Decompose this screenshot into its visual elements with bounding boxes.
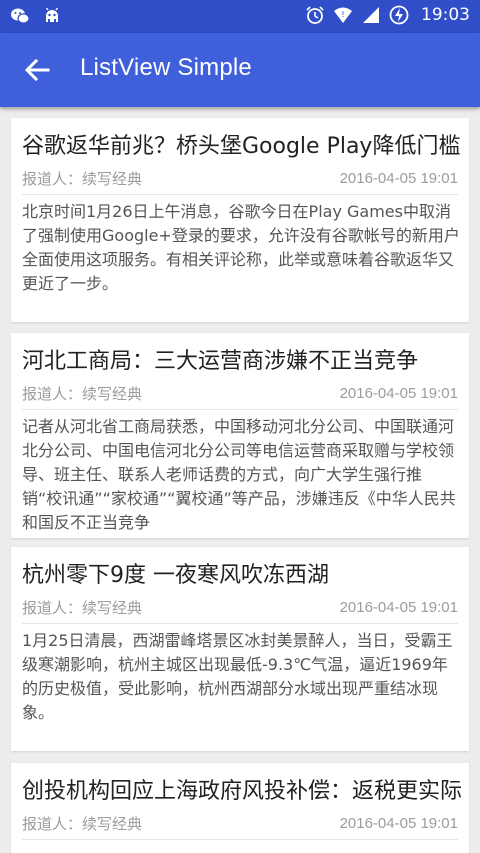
battery-charging-icon — [389, 5, 409, 25]
arrow-back-icon[interactable] — [22, 55, 52, 85]
divider — [22, 409, 458, 410]
news-body: 北京时间1月26日上午消息，谷歌今日在Play Games中取消了强制使用Goo… — [22, 202, 460, 293]
news-title: 创投机构回应上海政府风投补偿：返税更实际 — [22, 779, 462, 804]
news-reporter: 报道人：续写经典 — [22, 815, 143, 833]
wechat-icon — [10, 6, 30, 26]
status-time: 19:03 — [421, 5, 470, 25]
news-date: 2016-04-05 19:01 — [339, 599, 458, 616]
divider — [22, 194, 458, 195]
page-title: ListView Simple — [80, 54, 252, 81]
android-debug-icon — [42, 6, 62, 26]
news-reporter: 报道人：续写经典 — [22, 599, 143, 617]
news-item[interactable]: 创投机构回应上海政府风投补偿：返税更实际 报道人：续写经典 2016-04-05… — [11, 763, 469, 853]
news-date: 2016-04-05 19:01 — [339, 170, 458, 187]
news-title: 谷歌返华前兆？桥头堡Google Play降低门槛 — [22, 134, 461, 159]
news-item[interactable]: 谷歌返华前兆？桥头堡Google Play降低门槛 报道人：续写经典 2016-… — [11, 118, 469, 322]
news-reporter: 报道人：续写经典 — [22, 170, 143, 188]
divider — [22, 623, 458, 624]
news-reporter: 报道人：续写经典 — [22, 385, 143, 403]
news-meta: 报道人：续写经典 2016-04-05 19:01 — [22, 383, 458, 405]
signal-icon — [361, 5, 381, 25]
news-list[interactable]: 谷歌返华前兆？桥头堡Google Play降低门槛 报道人：续写经典 2016-… — [0, 107, 480, 853]
news-date: 2016-04-05 19:01 — [339, 815, 458, 832]
news-title: 杭州零下9度 一夜寒风吹冻西湖 — [22, 563, 329, 588]
alarm-icon — [305, 5, 325, 25]
news-title: 河北工商局：三大运营商涉嫌不正当竞争 — [22, 349, 419, 374]
status-bar: ! 19:03 — [0, 0, 480, 33]
news-meta: 报道人：续写经典 2016-04-05 19:01 — [22, 168, 458, 190]
news-item[interactable]: 河北工商局：三大运营商涉嫌不正当竞争 报道人：续写经典 2016-04-05 1… — [11, 333, 469, 538]
news-body: 1月25日清晨，西湖雷峰塔景区冰封美景醉人，当日，受霸王级寒潮影响，杭州主城区出… — [22, 631, 453, 722]
app-bar: ListView Simple — [0, 33, 480, 107]
divider — [22, 839, 458, 840]
news-date: 2016-04-05 19:01 — [339, 385, 458, 402]
news-item[interactable]: 杭州零下9度 一夜寒风吹冻西湖 报道人：续写经典 2016-04-05 19:0… — [11, 547, 469, 751]
news-meta: 报道人：续写经典 2016-04-05 19:01 — [22, 813, 458, 835]
wifi-icon: ! — [333, 5, 353, 25]
news-body: 记者从河北省工商局获悉，中国移动河北分公司、中国联通河北分公司、中国电信河北分公… — [22, 417, 456, 532]
svg-text:!: ! — [341, 10, 344, 19]
news-meta: 报道人：续写经典 2016-04-05 19:01 — [22, 597, 458, 619]
